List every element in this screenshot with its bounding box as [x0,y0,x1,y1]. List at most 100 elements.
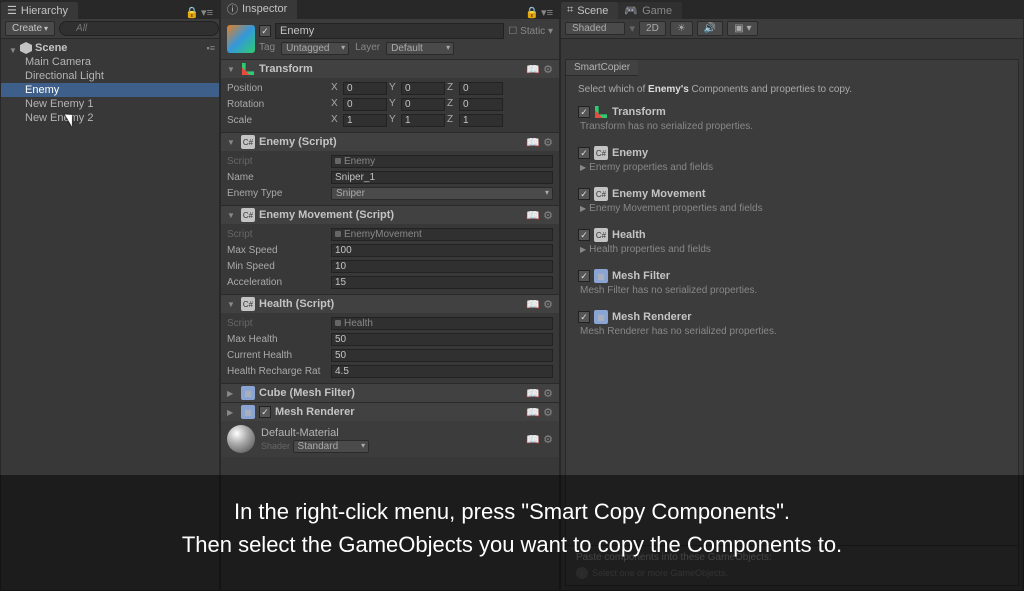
component-transform: ▼ Transform 📖⚙ PositionXYZ RotationXYZ S… [221,59,559,132]
component-header[interactable]: ▼ Transform 📖⚙ [221,60,559,78]
smartcopier-tab[interactable]: SmartCopier [566,60,638,76]
expand-icon[interactable]: ▶ [580,163,586,172]
help-icon[interactable]: 📖 [526,433,540,446]
tag-dropdown[interactable]: Untagged [281,42,349,55]
shading-dropdown[interactable]: Shaded [565,22,625,35]
component-header[interactable]: ▼ C# Enemy Movement (Script) 📖⚙ [221,206,559,224]
position-y-input[interactable] [401,82,445,95]
hierarchy-item[interactable]: Directional Light [1,69,219,83]
audio-toggle[interactable]: 🔊 [697,21,723,36]
foldout-icon[interactable]: ▶ [227,389,237,398]
sc-component-checkbox[interactable] [578,229,590,241]
max-health-input[interactable] [331,333,553,346]
acceleration-input[interactable] [331,276,553,289]
position-x-input[interactable] [343,82,387,95]
sc-component-checkbox[interactable] [578,188,590,200]
component-header[interactable]: ▶ ▦ Cube (Mesh Filter) 📖⚙ [221,384,559,402]
hierarchy-list: Scene▪≡ Main Camera Directional Light En… [1,39,219,127]
help-icon[interactable]: 📖 [526,406,540,419]
sc-component: C# Enemy ▶Enemy properties and fields [578,146,1006,173]
recharge-rate-input[interactable] [331,365,553,378]
script-dot-icon [335,231,341,237]
lighting-toggle[interactable]: ☀ [670,21,693,36]
gear-icon[interactable]: ⚙ [543,136,553,149]
current-health-input[interactable] [331,349,553,362]
gear-icon[interactable]: ⚙ [543,387,553,400]
create-button[interactable]: Create▾ [5,21,55,36]
active-checkbox[interactable] [259,25,271,37]
gear-icon[interactable]: ⚙ [543,406,553,419]
sc-component-checkbox[interactable] [578,270,590,282]
gear-icon[interactable]: ⚙ [543,298,553,311]
min-speed-input[interactable] [331,260,553,273]
hierarchy-item[interactable]: Main Camera [1,55,219,69]
help-icon[interactable]: 📖 [526,209,540,222]
help-icon[interactable]: 📖 [526,298,540,311]
static-checkbox[interactable]: ☐ Static ▾ [508,26,553,37]
panel-menu[interactable]: 🔒▾≡ [519,6,559,19]
max-speed-input[interactable] [331,244,553,257]
hierarchy-search-input[interactable] [59,21,219,36]
transform-icon [594,105,608,119]
expand-icon[interactable]: ▶ [580,204,586,213]
foldout-icon[interactable]: ▼ [227,138,237,147]
unity-logo-icon [20,42,32,54]
game-tab[interactable]: 🎮Game [618,2,682,19]
gear-icon[interactable]: ⚙ [543,209,553,222]
layer-label: Layer [355,42,380,55]
sc-component: ▦ Mesh Renderer Mesh Renderer has no ser… [578,310,1006,337]
script-field[interactable]: Enemy [331,155,553,168]
sc-component-checkbox[interactable] [578,311,590,323]
scene-tab[interactable]: ⌗Scene [561,2,618,19]
shader-dropdown[interactable]: Standard [293,440,370,453]
hierarchy-item[interactable]: New Enemy 2 [1,111,219,125]
component-header[interactable]: ▼ C# Enemy (Script) 📖⚙ [221,133,559,151]
foldout-icon[interactable]: ▶ [227,408,237,417]
sc-component-checkbox[interactable] [578,106,590,118]
lock-icon[interactable]: 🔒 [525,6,539,19]
hierarchy-item-selected[interactable]: Enemy [1,83,219,97]
hierarchy-tab[interactable]: ☰ Hierarchy [1,2,78,19]
menu-icon[interactable]: ▾≡ [541,6,553,19]
gear-icon[interactable]: ⚙ [543,433,553,446]
scale-y-input[interactable] [401,114,445,127]
rotation-y-input[interactable] [401,98,445,111]
scene-row[interactable]: Scene▪≡ [1,41,219,55]
inspector-tab[interactable]: ⓘInspector [221,0,297,19]
rotation-z-input[interactable] [459,98,503,111]
layer-dropdown[interactable]: Default [386,42,454,55]
menu-icon[interactable]: ▾≡ [201,6,213,19]
component-enable-checkbox[interactable] [259,406,271,418]
help-icon[interactable]: 📖 [526,136,540,149]
script-field[interactable]: EnemyMovement [331,228,553,241]
help-icon[interactable]: 📖 [526,63,540,76]
component-header[interactable]: ▼ C# Health (Script) 📖⚙ [221,295,559,313]
rotation-x-input[interactable] [343,98,387,111]
expand-icon[interactable]: ▶ [580,245,586,254]
lock-icon[interactable]: 🔒 [185,6,199,19]
sc-component-checkbox[interactable] [578,147,590,159]
hierarchy-item[interactable]: New Enemy 1 [1,97,219,111]
scale-z-input[interactable] [459,114,503,127]
script-dot-icon [335,320,341,326]
script-field[interactable]: Health [331,317,553,330]
foldout-icon[interactable] [9,44,17,52]
component-header[interactable]: ▶ ▦ Mesh Renderer 📖⚙ [221,403,559,421]
help-icon[interactable]: 📖 [526,387,540,400]
sc-component: C# Health ▶Health properties and fields [578,228,1006,255]
foldout-icon[interactable]: ▼ [227,300,237,309]
enemy-type-dropdown[interactable]: Sniper [331,187,553,200]
foldout-icon[interactable]: ▼ [227,211,237,220]
gameobject-name-input[interactable] [275,23,504,39]
sc-component-title: Health [612,229,646,241]
enemy-name-input[interactable] [331,171,553,184]
panel-menu[interactable]: 🔒▾≡ [179,6,219,19]
scale-x-input[interactable] [343,114,387,127]
material-row[interactable]: Default-Material Shader Standard 📖⚙ [221,421,559,457]
position-z-input[interactable] [459,82,503,95]
foldout-icon[interactable]: ▼ [227,65,237,74]
gear-icon[interactable]: ⚙ [543,63,553,76]
tag-label: Tag [259,42,275,55]
fx-toggle[interactable]: ▣ ▾ [727,21,758,36]
2d-toggle[interactable]: 2D [639,21,666,36]
